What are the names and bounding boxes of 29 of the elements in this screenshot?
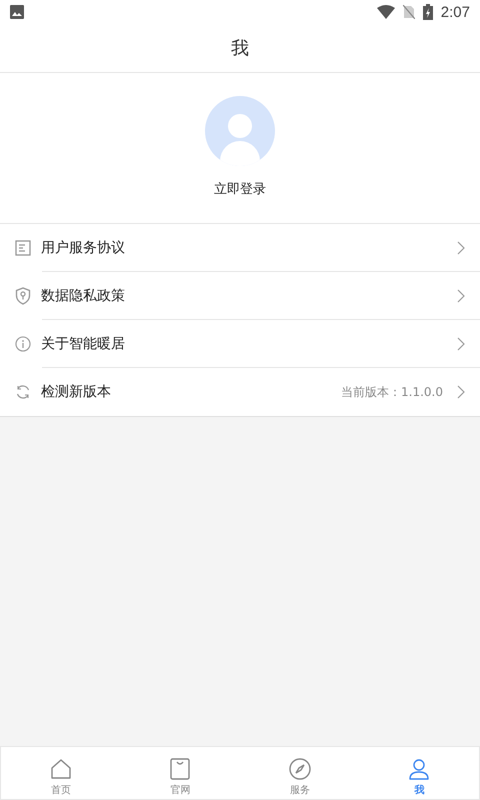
chevron-icon xyxy=(457,289,465,303)
compass-icon xyxy=(288,758,311,780)
home-icon xyxy=(50,758,72,780)
tab-item[interactable]: 首页 xyxy=(1,747,120,799)
document-icon xyxy=(15,240,31,256)
battery-icon xyxy=(422,4,433,20)
no-sim-icon xyxy=(402,5,415,19)
version-text: 当前版本：1.1.0.0 xyxy=(341,384,443,400)
menu-item[interactable]: 数据隐私政策 xyxy=(41,287,457,305)
login-link[interactable]: 立即登录 xyxy=(214,180,266,198)
chevron-icon xyxy=(457,385,465,399)
chevron-icon xyxy=(457,337,465,351)
menu-item[interactable]: 检测新版本 xyxy=(41,383,342,401)
refresh-icon xyxy=(15,384,31,400)
tab-item[interactable]: 服务 xyxy=(240,747,360,799)
tab-item[interactable]: 我 xyxy=(360,747,479,799)
status-time: 2:07 xyxy=(440,4,470,20)
image-icon xyxy=(10,5,24,19)
wifi-icon xyxy=(376,5,395,19)
info-icon xyxy=(15,336,31,352)
menu-item[interactable]: 关于智能暖居 xyxy=(41,335,457,353)
shield-icon xyxy=(15,287,31,305)
bag-icon xyxy=(170,758,190,780)
chevron-icon xyxy=(457,241,465,255)
page-title: 我 xyxy=(231,37,249,60)
person-icon xyxy=(408,758,430,780)
avatar-icon[interactable] xyxy=(205,96,275,166)
tab-item[interactable]: 官网 xyxy=(120,747,240,799)
menu-item[interactable]: 用户服务协议 xyxy=(41,239,457,257)
